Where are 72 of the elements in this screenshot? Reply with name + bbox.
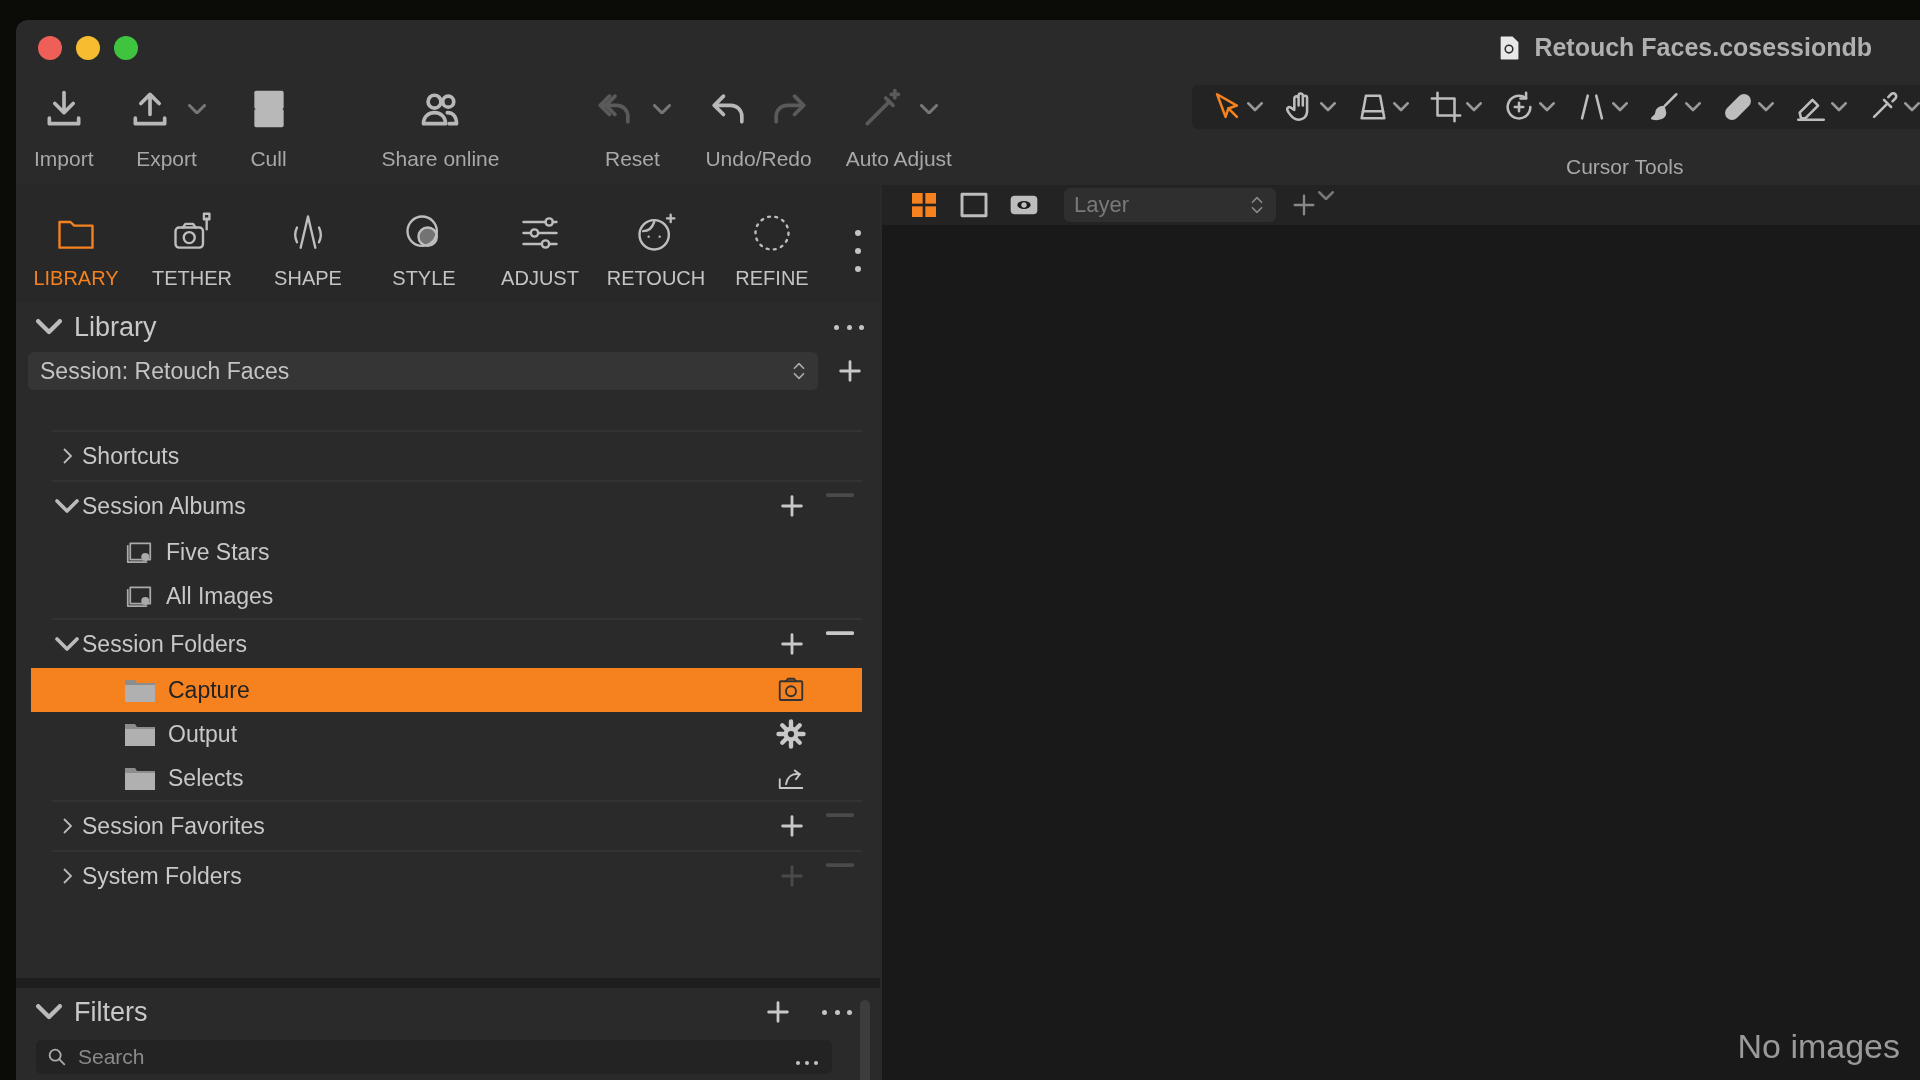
caret-icon bbox=[1393, 102, 1409, 112]
caret-icon bbox=[1831, 102, 1847, 112]
caret-icon bbox=[1904, 102, 1920, 112]
caret-icon bbox=[1539, 102, 1555, 112]
caret-icon bbox=[55, 637, 79, 651]
tree-item[interactable]: Selects bbox=[31, 756, 862, 800]
folder-icon bbox=[124, 765, 156, 791]
empty-message: No images bbox=[1737, 1027, 1900, 1066]
add-button[interactable] bbox=[778, 492, 806, 520]
tree-group-row[interactable]: Shortcuts bbox=[52, 430, 862, 480]
tool-tab[interactable]: ADJUST bbox=[486, 211, 594, 290]
tool-tab[interactable]: LIBRARY bbox=[22, 211, 130, 290]
session-select[interactable]: Session: Retouch Faces bbox=[28, 352, 818, 390]
caret-icon bbox=[36, 319, 62, 335]
plus-icon bbox=[778, 630, 806, 658]
crop-icon bbox=[1429, 90, 1463, 124]
folder-icon bbox=[124, 677, 156, 703]
tree-item[interactable]: Five Stars bbox=[31, 530, 862, 574]
add-button[interactable] bbox=[778, 812, 806, 840]
plus-icon bbox=[778, 862, 806, 890]
add-button[interactable] bbox=[836, 357, 864, 385]
cursor-tool-button[interactable] bbox=[1283, 90, 1336, 124]
tree-item[interactable]: All Images bbox=[31, 574, 862, 618]
minus-icon bbox=[826, 630, 854, 637]
close-button[interactable] bbox=[38, 35, 62, 60]
minimize-button[interactable] bbox=[76, 35, 100, 60]
tool-tab[interactable]: SHAPE bbox=[254, 211, 362, 290]
plus-icon bbox=[778, 492, 806, 520]
caret-icon bbox=[1318, 191, 1334, 201]
more-icon[interactable] bbox=[854, 230, 862, 272]
plus-icon bbox=[836, 357, 864, 385]
tool-tab[interactable]: STYLE bbox=[370, 211, 478, 290]
caret-icon bbox=[1612, 102, 1628, 112]
caret-icon bbox=[55, 499, 79, 513]
folder-icon bbox=[124, 721, 156, 747]
plus-icon bbox=[778, 812, 806, 840]
add-button[interactable] bbox=[778, 630, 806, 658]
minus-icon bbox=[826, 812, 854, 819]
caret-icon bbox=[1685, 102, 1701, 112]
toolbar-button[interactable]: Cull bbox=[233, 75, 304, 185]
tree-item[interactable]: Capture bbox=[31, 668, 862, 712]
caret-icon bbox=[1247, 102, 1263, 112]
cursor-tool-button[interactable] bbox=[1429, 90, 1482, 124]
tool-tab[interactable]: REFINE bbox=[718, 211, 826, 290]
section-title: Library bbox=[74, 311, 157, 343]
tool-tab[interactable]: TETHER bbox=[138, 211, 246, 290]
tree-group-row[interactable]: Session Favorites bbox=[52, 800, 862, 850]
caret-icon bbox=[1466, 102, 1482, 112]
add-button[interactable] bbox=[764, 998, 792, 1026]
zoom-button[interactable] bbox=[114, 35, 138, 60]
toolbar-button[interactable]: Share online bbox=[375, 75, 506, 185]
minus-icon bbox=[826, 492, 854, 499]
tree-item[interactable]: Output bbox=[31, 712, 862, 756]
search-icon bbox=[46, 1046, 68, 1068]
toolbar-button[interactable]: Undo/Redo bbox=[699, 75, 818, 185]
window-title: Retouch Faces.cosessiondb bbox=[1534, 33, 1872, 62]
tree-group-row[interactable]: Session Albums bbox=[52, 480, 862, 530]
caret-icon bbox=[36, 1004, 62, 1020]
more-icon[interactable] bbox=[796, 1060, 818, 1065]
toolbar-button[interactable]: Reset bbox=[587, 75, 678, 185]
section-title: Filters bbox=[74, 996, 148, 1028]
minus-icon bbox=[826, 862, 854, 869]
toolbar-button[interactable]: Export bbox=[121, 75, 212, 185]
toolbar-button[interactable]: Auto Adjust bbox=[839, 75, 958, 185]
caret-icon bbox=[1758, 102, 1774, 112]
plus-icon bbox=[764, 998, 792, 1026]
tool-tab[interactable]: RETOUCH bbox=[602, 211, 710, 290]
search-field[interactable]: Search bbox=[36, 1040, 832, 1074]
gear-icon bbox=[776, 719, 806, 749]
cursor-tools-label: Cursor Tools bbox=[1566, 155, 1684, 179]
caret-icon bbox=[1320, 102, 1336, 112]
toolbar-button[interactable]: Import bbox=[28, 75, 100, 185]
